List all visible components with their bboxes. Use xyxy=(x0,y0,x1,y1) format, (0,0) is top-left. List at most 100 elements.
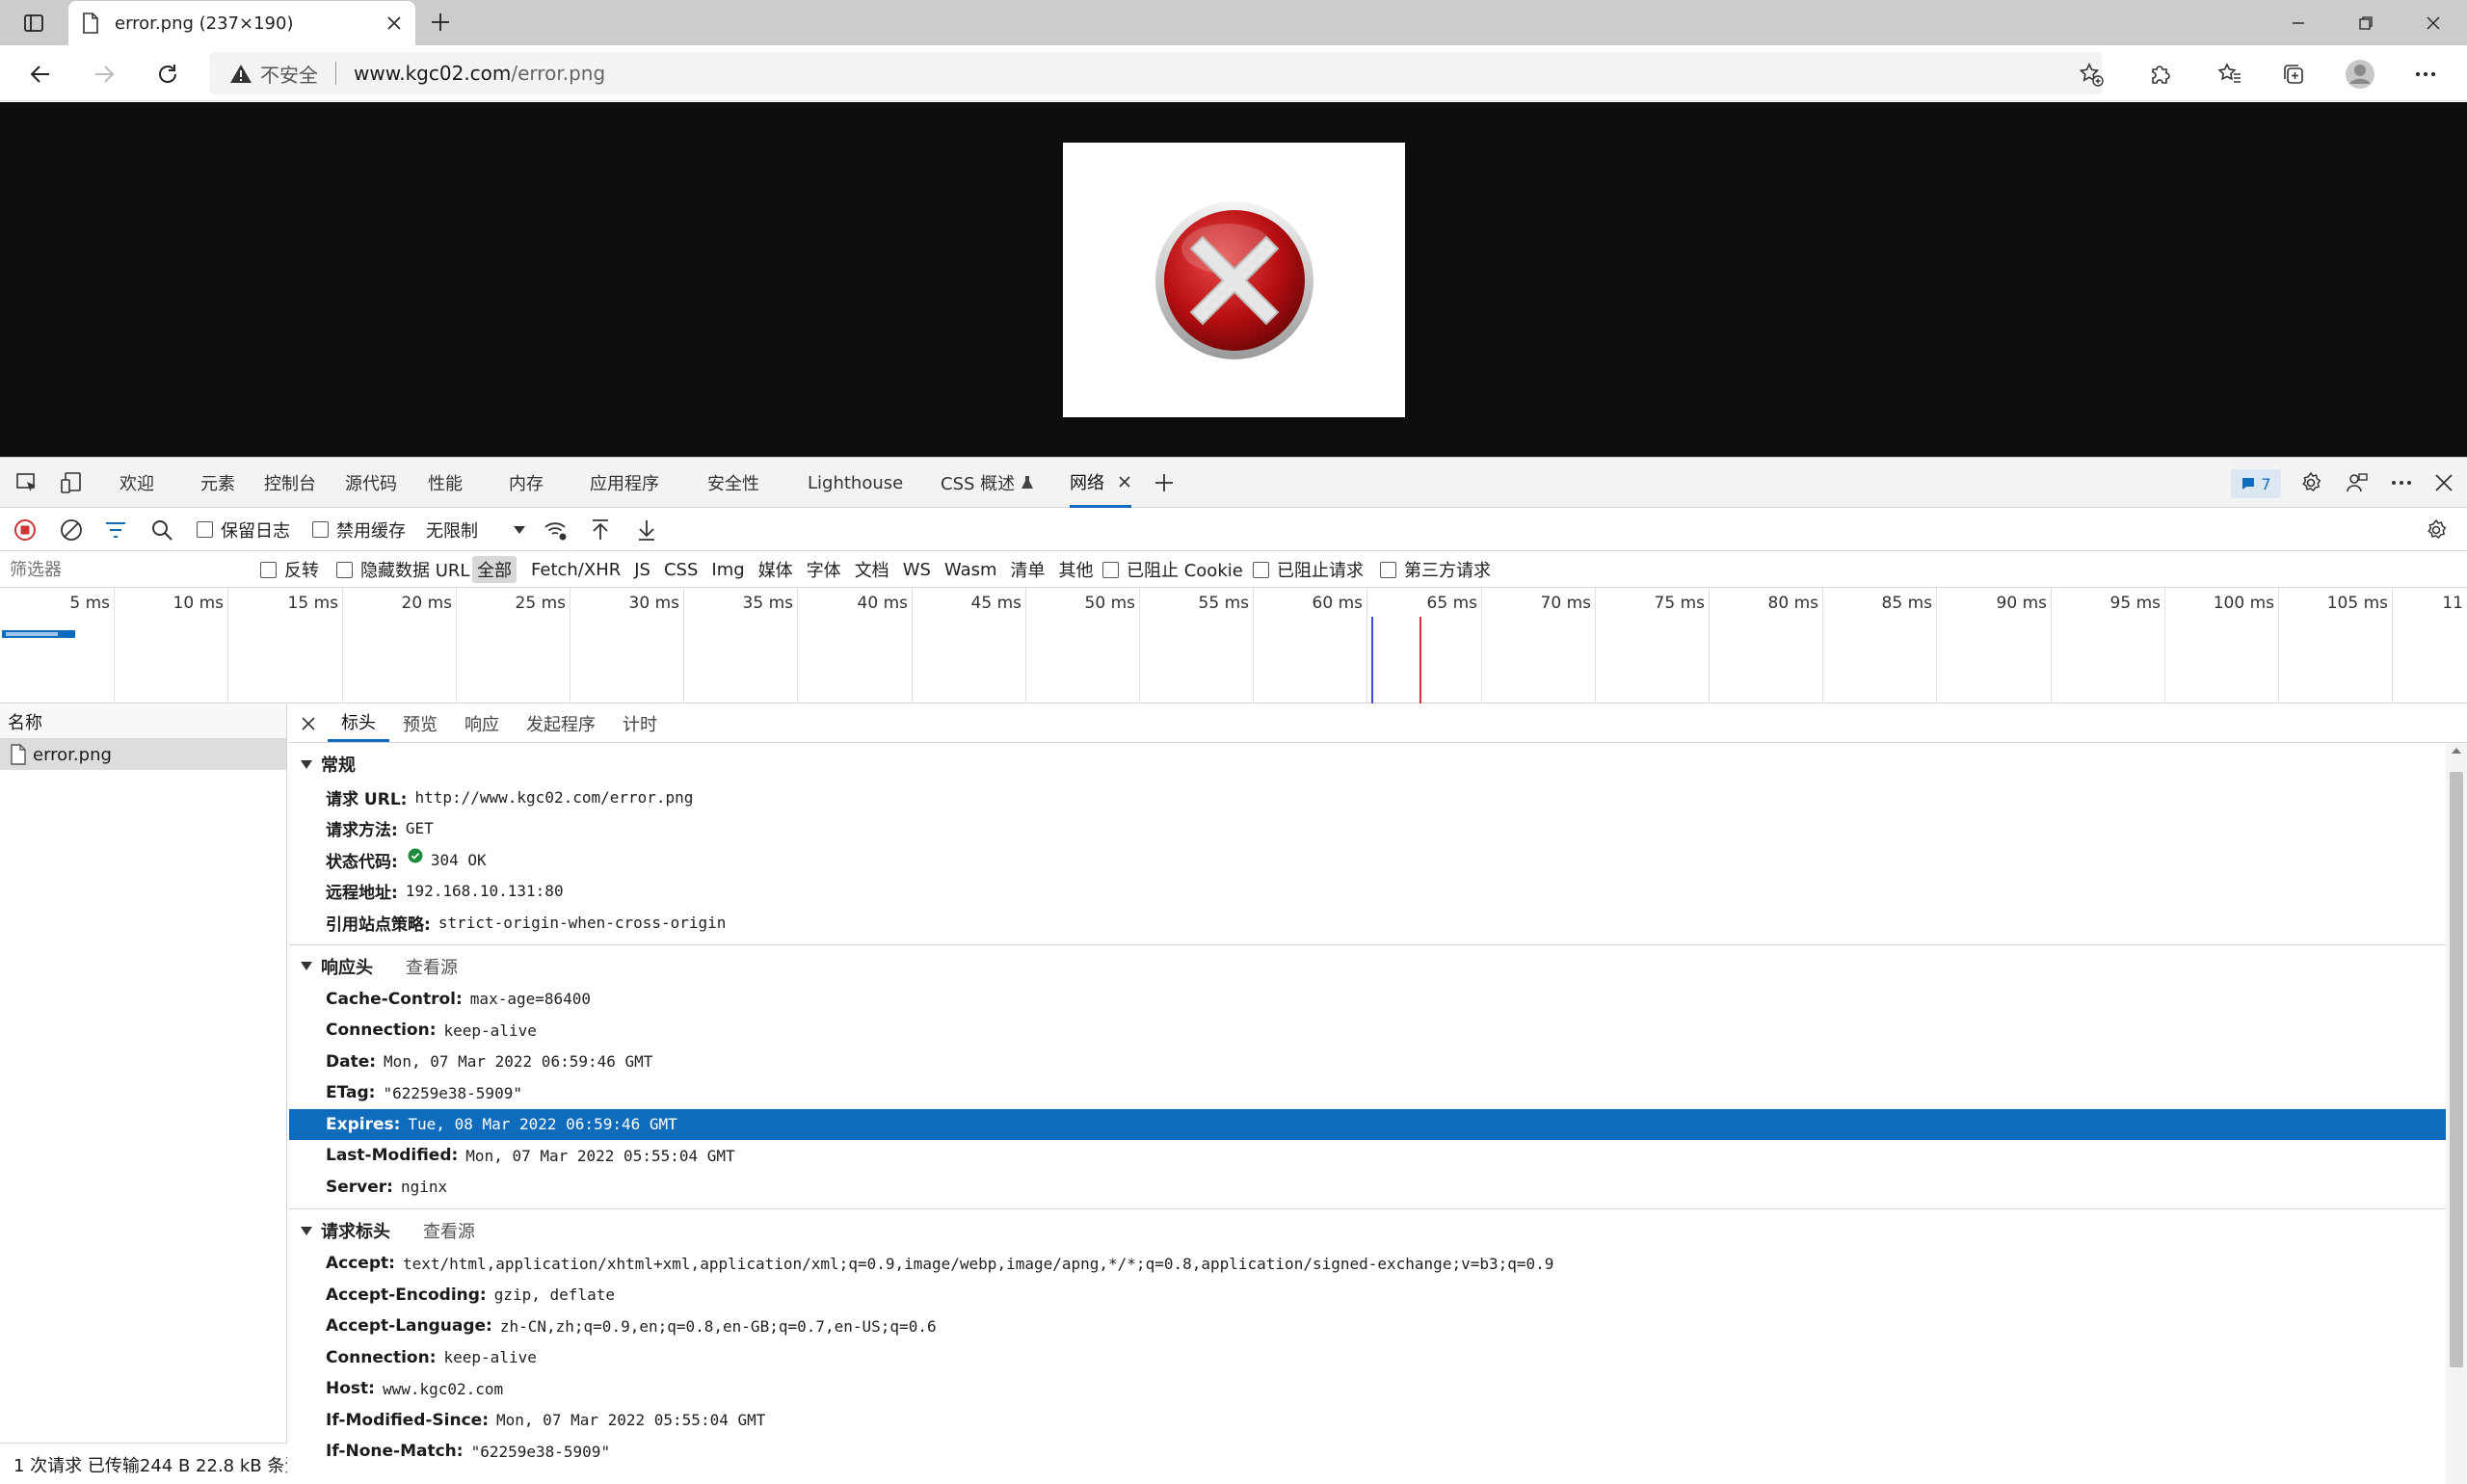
filter-toggle-button[interactable] xyxy=(104,508,127,551)
checkbox-box[interactable] xyxy=(312,521,329,538)
tab-headers[interactable]: 标头 xyxy=(328,704,389,742)
checkbox-box[interactable] xyxy=(1102,561,1119,578)
header-row[interactable]: Connection: keep-alive xyxy=(289,1342,2467,1374)
insecure-label[interactable]: 不安全 xyxy=(260,60,318,88)
search-button[interactable] xyxy=(150,508,173,551)
header-row[interactable]: 引用站点策略: strict-origin-when-cross-origin xyxy=(289,907,2467,939)
close-detail-button[interactable] xyxy=(289,704,328,742)
type-filter-other[interactable]: 其他 xyxy=(1054,556,1099,583)
hide-data-urls-checkbox[interactable]: 隐藏数据 URL xyxy=(336,551,469,588)
request-row[interactable]: error.png xyxy=(0,739,286,770)
tab-elements[interactable]: 元素 xyxy=(200,458,235,508)
filter-input[interactable] xyxy=(4,555,245,584)
tab-memory[interactable]: 内存 xyxy=(509,458,544,508)
clear-button[interactable] xyxy=(60,508,83,551)
type-filter-fetch-xhr[interactable]: Fetch/XHR xyxy=(526,556,625,583)
header-row[interactable]: Cache-Control: max-age=86400 xyxy=(289,984,2467,1016)
tab-welcome[interactable]: 欢迎 xyxy=(119,458,154,508)
tab-css-overview[interactable]: CSS 概述 xyxy=(941,458,1034,508)
blocked-cookies-checkbox[interactable]: 已阻止 Cookie xyxy=(1102,551,1243,588)
view-source-link[interactable]: 查看源 xyxy=(406,954,458,979)
back-button[interactable] xyxy=(21,55,60,93)
header-row[interactable]: Host: www.kgc02.com xyxy=(289,1373,2467,1405)
favorites-button[interactable] xyxy=(2211,55,2249,93)
tab-security[interactable]: 安全性 xyxy=(707,458,759,508)
tab-lighthouse[interactable]: Lighthouse xyxy=(808,458,903,508)
header-row[interactable]: Date: Mon, 07 Mar 2022 06:59:46 GMT xyxy=(289,1047,2467,1078)
tab-timing[interactable]: 计时 xyxy=(609,704,671,742)
type-filter-js[interactable]: JS xyxy=(629,556,655,583)
collections-button[interactable] xyxy=(2274,55,2313,93)
view-source-link[interactable]: 查看源 xyxy=(423,1218,475,1243)
header-row[interactable]: 远程地址: 192.168.10.131:80 xyxy=(289,876,2467,908)
general-section-header[interactable]: 常规 xyxy=(289,747,2467,782)
scrollbar-thumb[interactable] xyxy=(2450,772,2463,1367)
add-favorite-button[interactable] xyxy=(2072,55,2110,93)
tab-performance[interactable]: 性能 xyxy=(428,458,463,508)
close-tab-icon[interactable] xyxy=(1118,475,1131,489)
type-filter-doc[interactable]: 文档 xyxy=(850,556,894,583)
tab-console[interactable]: 控制台 xyxy=(264,458,316,508)
refresh-button[interactable] xyxy=(148,55,187,93)
devtools-more-button[interactable] xyxy=(2386,467,2417,498)
throttling-select[interactable]: 无限制 xyxy=(426,508,526,551)
type-filter-wasm[interactable]: Wasm xyxy=(940,556,1002,583)
tab-network[interactable]: 网络 xyxy=(1070,458,1131,508)
type-filter-img[interactable]: Img xyxy=(706,556,749,583)
checkbox-box[interactable] xyxy=(336,561,353,578)
export-har-button[interactable] xyxy=(636,508,657,551)
device-emulation-button[interactable] xyxy=(56,467,87,498)
header-row[interactable]: Last-Modified: Mon, 07 Mar 2022 05:55:04 … xyxy=(289,1140,2467,1172)
record-button[interactable] xyxy=(13,508,37,551)
tab-application[interactable]: 应用程序 xyxy=(590,458,659,508)
checkbox-box[interactable] xyxy=(1380,561,1396,578)
response-headers-section-header[interactable]: 响应头 查看源 xyxy=(289,949,2467,984)
header-row[interactable]: If-Modified-Since: Mon, 07 Mar 2022 05:55… xyxy=(289,1405,2467,1437)
new-tab-button[interactable] xyxy=(424,6,457,39)
header-row[interactable]: Accept: text/html,application/xhtml+xml,a… xyxy=(289,1248,2467,1280)
scroll-up-icon[interactable] xyxy=(2446,743,2467,758)
blocked-requests-checkbox[interactable]: 已阻止请求 xyxy=(1253,551,1364,588)
type-filter-font[interactable]: 字体 xyxy=(802,556,846,583)
header-row[interactable]: 状态代码: 304 OK xyxy=(289,844,2467,876)
profile-button[interactable] xyxy=(2341,55,2379,93)
type-filter-ws[interactable]: WS xyxy=(898,556,936,583)
type-filter-css[interactable]: CSS xyxy=(659,556,703,583)
browser-tab[interactable]: error.png (237×190) xyxy=(68,1,415,45)
checkbox-box[interactable] xyxy=(260,561,277,578)
network-settings-button[interactable] xyxy=(2425,508,2448,551)
type-filter-media[interactable]: 媒体 xyxy=(754,556,798,583)
forward-button[interactable] xyxy=(85,55,123,93)
header-row[interactable]: Connection: keep-alive xyxy=(289,1015,2467,1047)
settings-menu-button[interactable] xyxy=(2406,55,2445,93)
header-row-selected[interactable]: Expires: Tue, 08 Mar 2022 06:59:46 GMT xyxy=(289,1108,2446,1140)
inspect-element-button[interactable] xyxy=(12,467,42,498)
address-bar[interactable]: 不安全 www.kgc02.com/error.png xyxy=(210,52,2102,94)
close-window-button[interactable] xyxy=(2400,0,2467,45)
close-devtools-button[interactable] xyxy=(2428,467,2459,498)
header-row[interactable]: 请求方法: GET xyxy=(289,813,2467,845)
header-row[interactable]: Server: nginx xyxy=(289,1172,2467,1204)
tab-initiator[interactable]: 发起程序 xyxy=(513,704,609,742)
more-tools-button[interactable] xyxy=(1149,467,1180,498)
tab-sources[interactable]: 源代码 xyxy=(345,458,397,508)
tab-response[interactable]: 响应 xyxy=(451,704,513,742)
type-filter-manifest[interactable]: 清单 xyxy=(1006,556,1050,583)
invert-checkbox[interactable]: 反转 xyxy=(260,551,319,588)
close-tab-icon[interactable] xyxy=(386,15,402,31)
network-conditions-button[interactable] xyxy=(544,508,569,551)
devtools-settings-button[interactable] xyxy=(2295,467,2326,498)
third-party-checkbox[interactable]: 第三方请求 xyxy=(1380,551,1491,588)
type-filter-all[interactable]: 全部 xyxy=(472,556,517,583)
tab-actions-button[interactable] xyxy=(10,8,58,39)
header-row[interactable]: Accept-Encoding: gzip, deflate xyxy=(289,1280,2467,1312)
checkbox-box[interactable] xyxy=(197,521,213,538)
detail-scrollbar[interactable] xyxy=(2446,743,2467,1484)
name-column-header[interactable]: 名称 xyxy=(0,704,286,739)
import-har-button[interactable] xyxy=(590,508,611,551)
preserve-log-checkbox[interactable]: 保留日志 xyxy=(197,508,290,551)
header-row[interactable]: If-None-Match: "62259e38-5909" xyxy=(289,1436,2467,1468)
timeline-overview[interactable]: 5 ms 10 ms 15 ms 20 ms 25 ms 30 ms 35 ms 40 ms 4… xyxy=(0,588,2467,703)
extensions-button[interactable] xyxy=(2141,55,2180,93)
tab-preview[interactable]: 预览 xyxy=(389,704,451,742)
